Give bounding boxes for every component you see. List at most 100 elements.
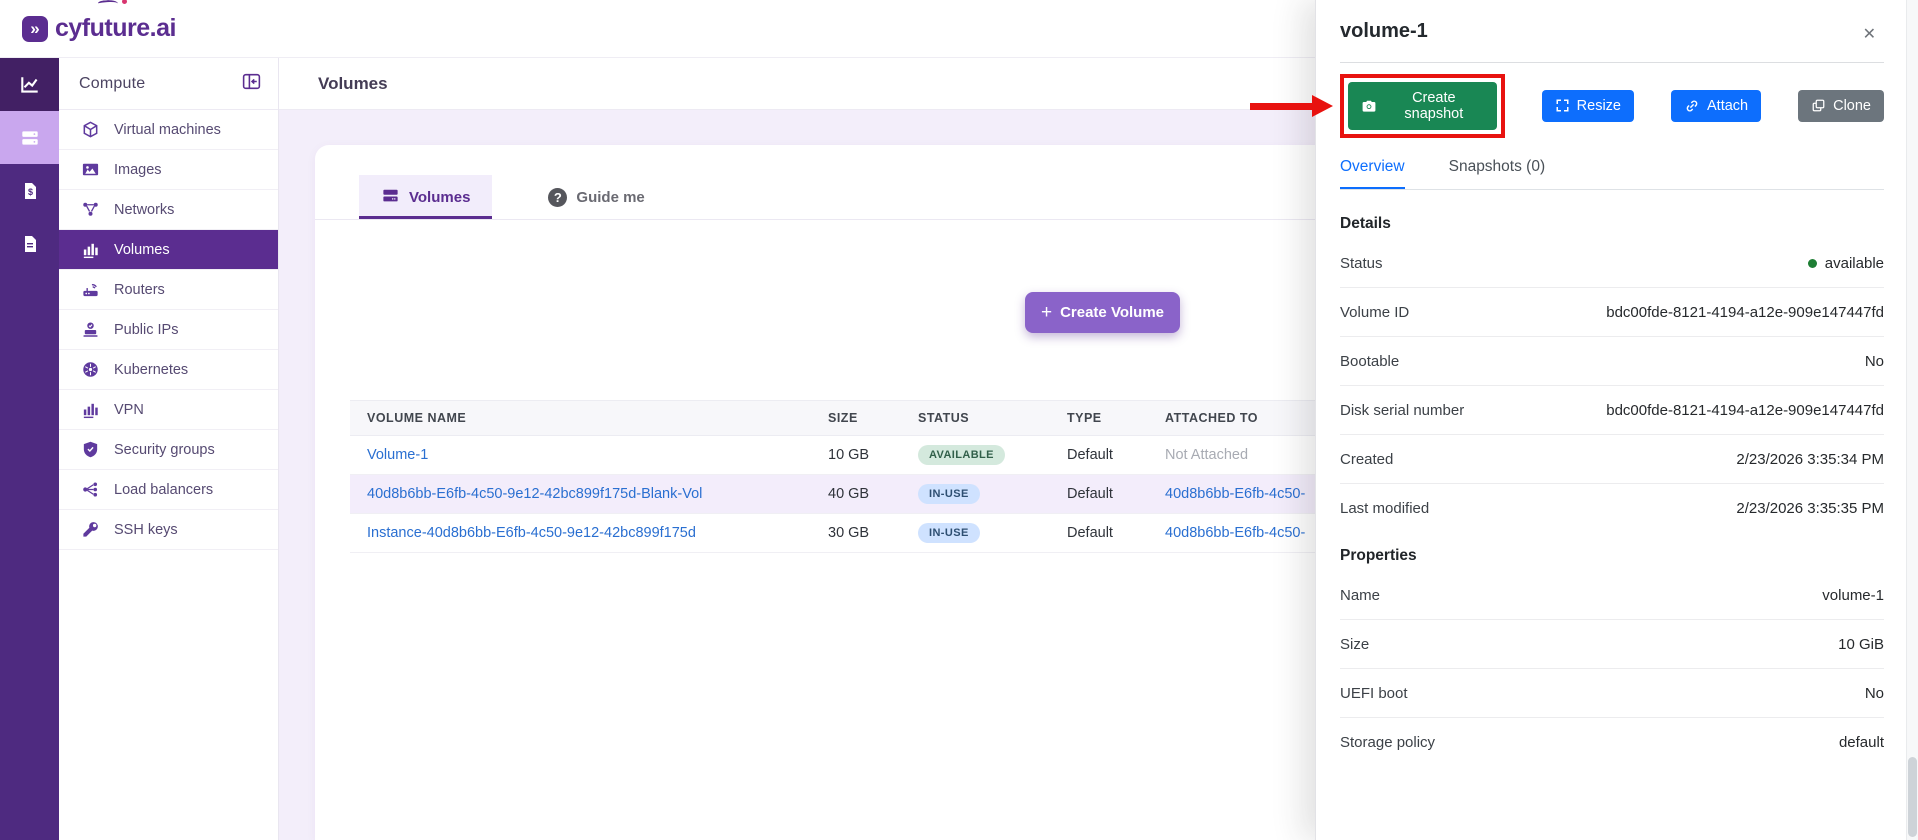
sidebar-item-kubernetes[interactable]: Kubernetes <box>59 350 278 390</box>
sidebar-item-vpn[interactable]: VPN <box>59 390 278 430</box>
copy-icon <box>1811 98 1826 113</box>
tab-guide-me[interactable]: ? Guide me <box>526 175 666 219</box>
panel-title: volume-1 <box>1340 20 1428 42</box>
sidebar-collapse-button[interactable] <box>241 71 262 97</box>
detail-row-status: Status available <box>1340 239 1884 288</box>
servers-icon <box>19 127 41 149</box>
status-badge: IN-USE <box>918 523 980 543</box>
bar-chart-icon <box>79 400 101 419</box>
sidebar-item-label: Networks <box>114 201 175 218</box>
volume-name-link[interactable]: Instance-40d8b6bb-E6fb-4c50-9e12-42bc899… <box>367 525 696 541</box>
sidebar-item-networks[interactable]: Networks <box>59 190 278 230</box>
panel-title-row: volume-1 ✕ <box>1340 20 1884 63</box>
column-header-status: STATUS <box>918 411 970 425</box>
attach-button[interactable]: Attach <box>1671 89 1762 122</box>
size-cell: 10 GB <box>828 447 870 463</box>
tab-label: Guide me <box>576 188 645 206</box>
resize-button[interactable]: Resize <box>1541 89 1634 122</box>
panel-scrollbar-thumb[interactable] <box>1908 757 1917 837</box>
detail-row-disk-serial: Disk serial number bdc00fde-8121-4194-a12… <box>1340 386 1884 435</box>
volume-name-link[interactable]: 40d8b6bb-E6fb-4c50-9e12-42bc899f175d-Bla… <box>367 486 702 502</box>
sidebar-item-volumes[interactable]: Volumes <box>59 230 278 270</box>
status-badge: IN-USE <box>918 484 980 504</box>
logo-mark-icon: » <box>22 15 48 42</box>
sidebar-title: Compute <box>79 74 146 92</box>
sidebar-item-public-ips[interactable]: Public IPs <box>59 310 278 350</box>
annotation-arrow-shaft <box>1250 103 1314 110</box>
close-icon[interactable]: ✕ <box>1863 24 1876 44</box>
sidebar-item-virtual-machines[interactable]: Virtual machines <box>59 110 278 150</box>
rail-item-reports[interactable] <box>0 217 59 270</box>
logo-accent-dot <box>122 0 127 4</box>
property-row-size: Size 10 GiB <box>1340 620 1884 669</box>
rail-item-analytics[interactable] <box>0 58 59 111</box>
sidebar-item-label: Load balancers <box>114 481 214 498</box>
create-volume-button[interactable]: + Create Volume <box>1025 292 1180 333</box>
panel-action-bar: Create snapshot Resize Attach Clone <box>1340 73 1884 138</box>
detail-row-created: Created 2/23/2026 3:35:34 PM <box>1340 435 1884 484</box>
details-heading: Details <box>1340 215 1391 232</box>
panel-scrollbar-track[interactable] <box>1906 0 1918 840</box>
properties-heading: Properties <box>1340 547 1417 564</box>
tab-label: Volumes <box>409 188 471 206</box>
attached-to-link[interactable]: 40d8b6bb-E6fb-4c50- <box>1165 525 1305 541</box>
details-rows: Status available Volume ID bdc00fde-8121-… <box>1340 239 1884 533</box>
type-cell: Default <box>1067 447 1113 463</box>
server-stack-icon <box>381 186 400 209</box>
bar-chart-icon <box>79 240 101 259</box>
sidebar-item-security-groups[interactable]: Security groups <box>59 430 278 470</box>
attached-to-link[interactable]: 40d8b6bb-E6fb-4c50- <box>1165 486 1305 502</box>
size-cell: 40 GB <box>828 486 870 502</box>
sidebar-item-images[interactable]: Images <box>59 150 278 190</box>
type-cell: Default <box>1067 525 1113 541</box>
rail-item-compute[interactable] <box>0 111 59 164</box>
size-cell: 30 GB <box>828 525 870 541</box>
create-snapshot-button[interactable]: Create snapshot <box>1348 81 1497 130</box>
volume-detail-panel: volume-1 ✕ Create snapshot Resize Attach… <box>1315 0 1918 840</box>
shield-check-icon <box>79 440 101 459</box>
panel-tab-overview[interactable]: Overview <box>1340 158 1405 189</box>
column-header-size: SIZE <box>828 411 858 425</box>
sidebar-item-label: SSH keys <box>114 521 178 538</box>
rail-item-billing[interactable]: $ <box>0 164 59 217</box>
detail-row-bootable: Bootable No <box>1340 337 1884 386</box>
line-chart-icon <box>19 74 41 96</box>
sidebar-item-load-balancers[interactable]: Load balancers <box>59 470 278 510</box>
column-header-volume-name: VOLUME NAME <box>367 411 467 425</box>
camera-icon <box>1361 98 1377 114</box>
status-badge: AVAILABLE <box>918 445 1005 465</box>
status-dot-icon <box>1807 258 1817 268</box>
type-cell: Default <box>1067 486 1113 502</box>
image-icon <box>79 160 101 179</box>
sidebar: Compute Virtual machines Images Networks… <box>59 58 279 840</box>
property-row-uefi-boot: UEFI boot No <box>1340 669 1884 718</box>
page-title: Volumes <box>318 73 388 93</box>
attached-to-cell: Not Attached <box>1165 447 1249 463</box>
panel-tab-bar: Overview Snapshots (0) <box>1340 158 1884 190</box>
clone-button[interactable]: Clone <box>1798 89 1884 122</box>
tab-volumes[interactable]: Volumes <box>359 175 493 219</box>
logo-text: cyfuture.ai <box>55 14 176 42</box>
cube-icon <box>79 120 101 139</box>
sidebar-item-routers[interactable]: Routers <box>59 270 278 310</box>
resize-arrows-icon <box>1555 98 1570 113</box>
public-ip-icon <box>79 320 101 339</box>
router-icon <box>79 280 101 299</box>
sidebar-item-label: Security groups <box>114 441 215 458</box>
sidebar-item-ssh-keys[interactable]: SSH keys <box>59 510 278 550</box>
logo-link[interactable]: » cyfuture.ai <box>22 0 176 43</box>
kubernetes-wheel-icon <box>79 360 101 379</box>
icon-rail: $ <box>0 58 59 840</box>
annotation-arrow-head <box>1312 95 1333 117</box>
panel-tab-snapshots[interactable]: Snapshots (0) <box>1449 158 1546 189</box>
key-icon <box>79 520 101 539</box>
billing-document-icon: $ <box>20 181 40 201</box>
detail-row-last-modified: Last modified 2/23/2026 3:35:35 PM <box>1340 500 1884 517</box>
sidebar-item-label: Kubernetes <box>114 361 189 378</box>
volume-name-link[interactable]: Volume-1 <box>367 447 428 463</box>
detail-row-volume-id: Volume ID bdc00fde-8121-4194-a12e-909e147… <box>1340 288 1884 337</box>
svg-text:$: $ <box>28 187 33 197</box>
sidebar-item-label: Virtual machines <box>114 121 221 138</box>
sidebar-item-label: Routers <box>114 281 165 298</box>
logo-swoosh-decoration <box>97 0 119 9</box>
